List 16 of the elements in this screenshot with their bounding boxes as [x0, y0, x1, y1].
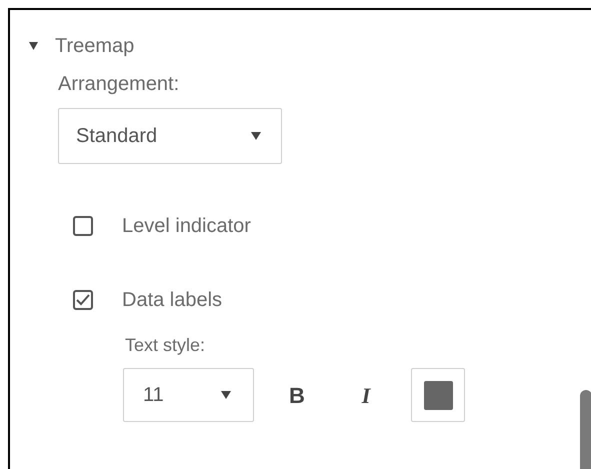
bold-button[interactable]: B [287, 378, 307, 412]
scrollbar-thumb[interactable] [580, 390, 591, 469]
font-size-dropdown[interactable]: 11 [123, 368, 254, 422]
checkbox-label: Data labels [122, 288, 222, 312]
section-title: Treemap [55, 34, 134, 58]
color-picker-button[interactable] [411, 368, 465, 422]
italic-button[interactable]: I [359, 378, 373, 412]
checkbox[interactable] [73, 216, 93, 236]
field-label: Text style: [125, 334, 206, 356]
checkbox[interactable] [73, 290, 93, 310]
arrangement-dropdown[interactable]: Standard [58, 108, 282, 164]
collapse-toggle-icon[interactable] [28, 41, 38, 51]
checkbox-label: Level indicator [122, 214, 251, 238]
caret-icon [251, 132, 261, 140]
caret-icon [221, 391, 231, 399]
field-label: Arrangement: [58, 72, 180, 96]
